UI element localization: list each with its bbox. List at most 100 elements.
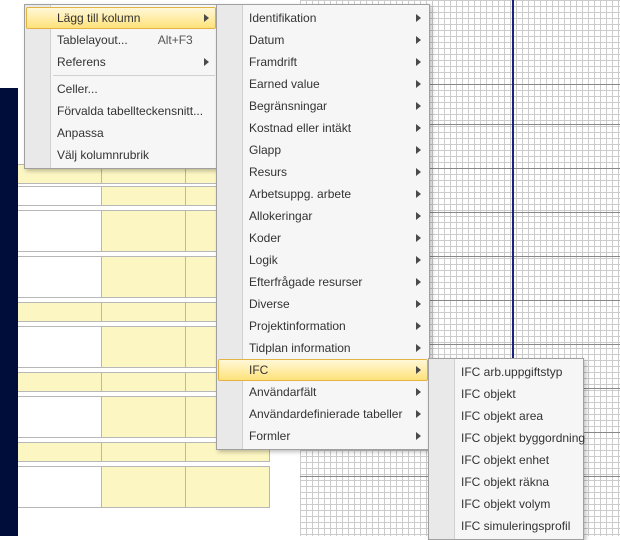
- submenu-arrow-icon: [416, 388, 421, 396]
- menu-item-label: Koder: [249, 231, 403, 245]
- menu-item-label: IFC objekt byggordning: [461, 431, 585, 445]
- table-cell: [18, 466, 102, 508]
- table-cell: [18, 396, 102, 438]
- menu-item-label: IFC objekt: [461, 387, 557, 401]
- menu-item-tablelayout[interactable]: Tablelayout... Alt+F3: [26, 29, 216, 51]
- menu-item-label: Välj kolumnrubrik: [57, 148, 191, 162]
- menu-item-anv-ndardefinierade-tabeller[interactable]: Användardefinierade tabeller: [218, 403, 428, 425]
- menu-item-ifc-objekt-byggordning[interactable]: IFC objekt byggordning: [430, 427, 582, 449]
- menu-item-logik[interactable]: Logik: [218, 249, 428, 271]
- table-cell: [18, 442, 102, 462]
- submenu-arrow-icon: [204, 58, 209, 66]
- menu-item-identifikation[interactable]: Identifikation: [218, 7, 428, 29]
- table-cell: [102, 186, 186, 206]
- menu-item-referens[interactable]: Referens: [26, 51, 216, 73]
- menu-item-label: IFC objekt räkna: [461, 475, 557, 489]
- menu-item-label: IFC objekt volym: [461, 497, 557, 511]
- submenu-ifc[interactable]: IFC arb.uppgiftstyp IFC objekt IFC objekt …: [428, 358, 584, 540]
- menu-item-ifc-objekt-area[interactable]: IFC objekt area: [430, 405, 582, 427]
- menu-item-tidplan-information[interactable]: Tidplan information: [218, 337, 428, 359]
- menu-item-resurs[interactable]: Resurs: [218, 161, 428, 183]
- menu-item-ifc-simuleringsprofil[interactable]: IFC simuleringsprofil: [430, 515, 582, 537]
- menu-item-formler[interactable]: Formler: [218, 425, 428, 447]
- submenu-arrow-icon: [416, 58, 421, 66]
- menu-item-v-lj-kolumnrubrik[interactable]: Välj kolumnrubrik: [26, 144, 216, 166]
- selection-column: [0, 88, 18, 536]
- menu-item-label: Begränsningar: [249, 99, 403, 113]
- menu-item-label: IFC: [249, 363, 403, 377]
- menu-item-label: Användarfält: [249, 385, 403, 399]
- table-cell: [18, 326, 102, 368]
- menu-item-framdrift[interactable]: Framdrift: [218, 51, 428, 73]
- menu-item-label: IFC objekt area: [461, 409, 557, 423]
- menu-item-label: Identifikation: [249, 11, 403, 25]
- table-cell: [18, 302, 102, 322]
- menu-item-efterfr-gade-resurser[interactable]: Efterfrågade resurser: [218, 271, 428, 293]
- menu-item-arbetsuppg-arbete[interactable]: Arbetsuppg. arbete: [218, 183, 428, 205]
- menu-item-datum[interactable]: Datum: [218, 29, 428, 51]
- table-cell: [102, 326, 186, 368]
- menu-item-shortcut: Alt+F3: [158, 33, 193, 47]
- table-cell: [18, 256, 102, 298]
- submenu-arrow-icon: [416, 344, 421, 352]
- menu-item-label: Referens: [57, 55, 191, 69]
- menu-item-label: Framdrift: [249, 55, 403, 69]
- menu-item-label: Användardefinierade tabeller: [249, 407, 403, 421]
- table-cell: [102, 256, 186, 298]
- table-cell: [18, 210, 102, 252]
- submenu-arrow-icon: [204, 14, 209, 22]
- table-cell: [18, 372, 102, 392]
- menu-item-allokeringar[interactable]: Allokeringar: [218, 205, 428, 227]
- menu-item-diverse[interactable]: Diverse: [218, 293, 428, 315]
- table-cell: [102, 210, 186, 252]
- menu-item-label: Kostnad eller intäkt: [249, 121, 403, 135]
- submenu-arrow-icon: [416, 124, 421, 132]
- menu-item-label: Diverse: [249, 297, 403, 311]
- submenu-add-column[interactable]: Identifikation Datum Framdrift Earned value…: [216, 4, 430, 450]
- submenu-arrow-icon: [416, 102, 421, 110]
- menu-item-celler[interactable]: Celler...: [26, 78, 216, 100]
- table-cell: [102, 396, 186, 438]
- menu-item-anpassa[interactable]: Anpassa: [26, 122, 216, 144]
- submenu-arrow-icon: [416, 300, 421, 308]
- submenu-arrow-icon: [416, 36, 421, 44]
- submenu-arrow-icon: [416, 190, 421, 198]
- menu-item-label: Tidplan information: [249, 341, 403, 355]
- submenu-arrow-icon: [416, 168, 421, 176]
- menu-item-label: Logik: [249, 253, 403, 267]
- table-cell: [186, 466, 270, 508]
- submenu-arrow-icon: [416, 80, 421, 88]
- menu-item-label: Earned value: [249, 77, 403, 91]
- menu-item-label: IFC arb.uppgiftstyp: [461, 365, 562, 379]
- menu-item-label: Projektinformation: [249, 319, 403, 333]
- menu-item-projektinformation[interactable]: Projektinformation: [218, 315, 428, 337]
- menu-item-glapp[interactable]: Glapp: [218, 139, 428, 161]
- menu-item-earned-value[interactable]: Earned value: [218, 73, 428, 95]
- submenu-arrow-icon: [416, 278, 421, 286]
- submenu-arrow-icon: [416, 410, 421, 418]
- menu-item-begr-nsningar[interactable]: Begränsningar: [218, 95, 428, 117]
- menu-item-ifc-objekt-volym[interactable]: IFC objekt volym: [430, 493, 582, 515]
- menu-item-anv-ndarf-lt[interactable]: Användarfält: [218, 381, 428, 403]
- menu-item-ifc-objekt-r-kna[interactable]: IFC objekt räkna: [430, 471, 582, 493]
- menu-item-kostnad-eller-int-kt[interactable]: Kostnad eller intäkt: [218, 117, 428, 139]
- menu-item-l-gg-till-kolumn[interactable]: Lägg till kolumn: [26, 7, 216, 29]
- menu-item-label: Anpassa: [57, 126, 191, 140]
- submenu-arrow-icon: [416, 366, 421, 374]
- menu-item-ifc-arb-uppgiftstyp[interactable]: IFC arb.uppgiftstyp: [430, 361, 582, 383]
- menu-item-ifc[interactable]: IFC: [218, 359, 428, 381]
- menu-item-ifc-objekt-enhet[interactable]: IFC objekt enhet: [430, 449, 582, 471]
- menu-item-label: Resurs: [249, 165, 403, 179]
- submenu-arrow-icon: [416, 212, 421, 220]
- submenu-arrow-icon: [416, 234, 421, 242]
- table-cell: [18, 186, 102, 206]
- menu-item-f-rvalda-tabellteckensnitt[interactable]: Förvalda tabellteckensnitt...: [26, 100, 216, 122]
- menu-item-label: IFC objekt enhet: [461, 453, 557, 467]
- menu-item-label: Förvalda tabellteckensnitt...: [57, 104, 203, 118]
- menu-item-label: Arbetsuppg. arbete: [249, 187, 403, 201]
- context-menu-main[interactable]: Lägg till kolumn Tablelayout... Alt+F3 Refe…: [24, 4, 218, 169]
- menu-item-ifc-objekt[interactable]: IFC objekt: [430, 383, 582, 405]
- menu-item-label: Tablelayout...: [57, 33, 128, 47]
- submenu-arrow-icon: [416, 432, 421, 440]
- menu-item-koder[interactable]: Koder: [218, 227, 428, 249]
